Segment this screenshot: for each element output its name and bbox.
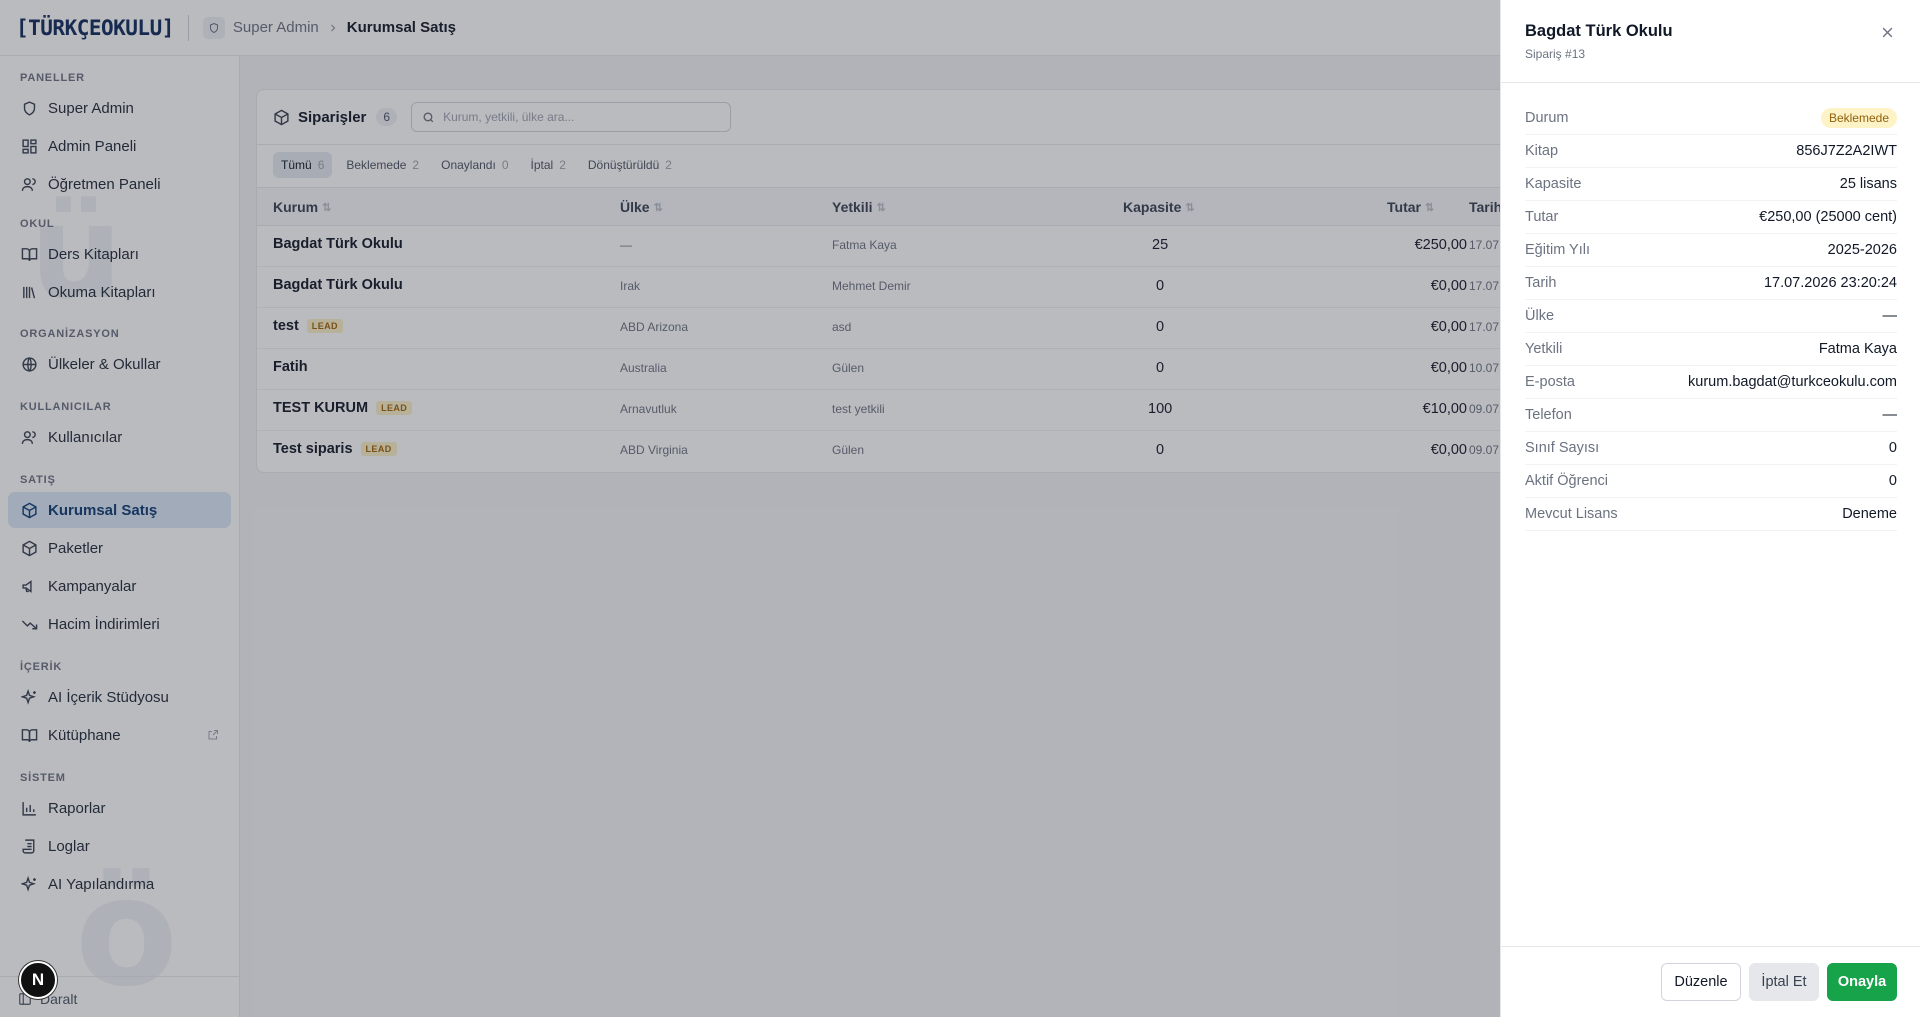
detail-value: 25 lisans: [1839, 176, 1897, 192]
detail-label: Eğitim Yılı: [1525, 242, 1591, 258]
detail-value: —: [1882, 308, 1898, 324]
detail-row: Yetkili Fatma Kaya: [1525, 333, 1897, 366]
dev-tools-badge[interactable]: N: [19, 961, 57, 999]
edit-button[interactable]: Düzenle: [1661, 963, 1741, 1001]
modal-backdrop[interactable]: [0, 0, 1500, 1017]
detail-row: Mevcut Lisans Deneme: [1525, 498, 1897, 531]
detail-value: kurum.bagdat@turkceokulu.com: [1688, 374, 1897, 390]
detail-row: E-posta kurum.bagdat@turkceokulu.com: [1525, 366, 1897, 399]
cancel-order-button[interactable]: İptal Et: [1749, 963, 1819, 1001]
detail-row-status: Durum Beklemede: [1525, 102, 1897, 135]
detail-row: Tutar €250,00 (25000 cent): [1525, 201, 1897, 234]
detail-row: Eğitim Yılı 2025-2026: [1525, 234, 1897, 267]
detail-label: Mevcut Lisans: [1525, 506, 1618, 522]
detail-value: 2025-2026: [1827, 242, 1897, 258]
detail-label: Tutar: [1525, 209, 1559, 225]
detail-label: Aktif Öğrenci: [1525, 473, 1608, 489]
detail-row: Aktif Öğrenci 0: [1525, 465, 1897, 498]
detail-value: 0: [1888, 440, 1897, 456]
drawer-title: Bagdat Türk Okulu: [1525, 22, 1673, 40]
close-icon: [1880, 25, 1895, 40]
detail-value: Deneme: [1842, 506, 1897, 522]
detail-label: Durum: [1525, 110, 1569, 126]
detail-value: 17.07.2026 23:20:24: [1763, 275, 1897, 291]
detail-value: 856J7Z2A2IWT: [1796, 143, 1897, 159]
order-detail-drawer: Bagdat Türk Okulu Sipariş #13 Durum Bekl…: [1500, 0, 1920, 1017]
drawer-subtitle: Sipariş #13: [1525, 47, 1586, 61]
detail-label: Yetkili: [1525, 341, 1563, 357]
detail-label: Kapasite: [1525, 176, 1582, 192]
detail-label: Sınıf Sayısı: [1525, 440, 1600, 456]
detail-label: Telefon: [1525, 407, 1572, 423]
detail-row: Kapasite 25 lisans: [1525, 168, 1897, 201]
detail-value: 0: [1888, 473, 1897, 489]
detail-value: —: [1882, 407, 1898, 423]
status-badge: Beklemede: [1820, 108, 1897, 128]
detail-row: Tarih 17.07.2026 23:20:24: [1525, 267, 1897, 300]
detail-label: Ülke: [1525, 308, 1555, 324]
approve-button[interactable]: Onayla: [1827, 963, 1897, 1001]
detail-label: Kitap: [1525, 143, 1559, 159]
detail-row: Kitap 856J7Z2A2IWT: [1525, 135, 1897, 168]
detail-row: Telefon —: [1525, 399, 1897, 432]
detail-value: €250,00 (25000 cent): [1759, 209, 1897, 225]
detail-value: Fatma Kaya: [1818, 341, 1897, 357]
detail-row: Ülke —: [1525, 300, 1897, 333]
detail-label: Tarih: [1525, 275, 1557, 291]
drawer-header-divider: [1501, 82, 1920, 83]
detail-row: Sınıf Sayısı 0: [1525, 432, 1897, 465]
detail-label: E-posta: [1525, 374, 1575, 390]
close-button[interactable]: [1877, 22, 1897, 42]
drawer-footer-divider: [1501, 946, 1920, 947]
